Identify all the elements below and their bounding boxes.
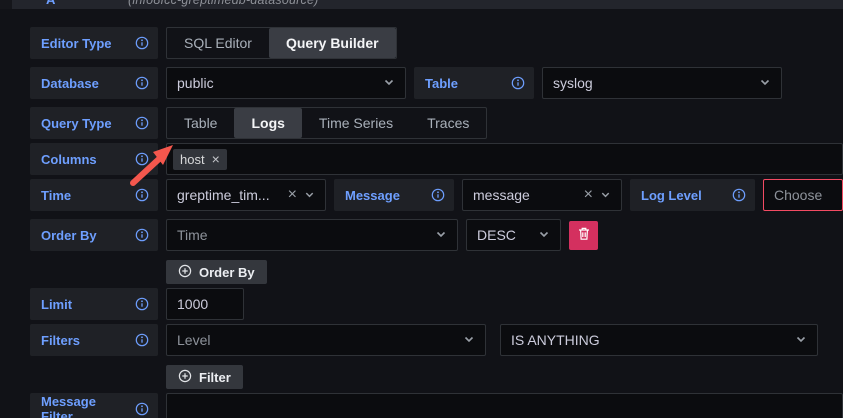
time-message-loglevel-row: Time greptime_tim... × Message messag (30, 179, 843, 211)
editor-type-label: Editor Type (30, 27, 158, 59)
info-icon[interactable] (135, 402, 149, 416)
info-icon[interactable] (431, 188, 445, 202)
info-icon[interactable] (135, 76, 149, 90)
order-by-label: Order By (30, 219, 158, 251)
info-icon[interactable] (135, 36, 149, 50)
chevron-down-icon[interactable] (759, 75, 771, 91)
add-order-by-button[interactable]: Order By (166, 260, 267, 284)
query-row-header[interactable]: A (info8fcc-greptimedb-datasource) (0, 0, 843, 9)
limit-input[interactable] (166, 288, 244, 320)
remove-tag-icon[interactable]: × (212, 152, 220, 166)
editor-type-row: Editor Type SQL Editor Query Builder (30, 27, 843, 59)
message-filter-input[interactable] (166, 393, 843, 418)
add-filter-row: Filter (166, 365, 843, 389)
chevron-down-icon[interactable] (304, 187, 315, 203)
trash-icon (577, 226, 591, 244)
query-ref-id: A (46, 0, 55, 7)
sql-editor-option[interactable]: SQL Editor (167, 28, 269, 58)
info-icon[interactable] (135, 228, 149, 242)
chevron-down-icon[interactable] (435, 227, 447, 243)
filter-field-select[interactable]: Level (166, 324, 486, 356)
query-builder-option[interactable]: Query Builder (269, 28, 396, 58)
chevron-down-icon[interactable] (383, 75, 395, 91)
drag-handle (0, 0, 12, 9)
info-icon[interactable] (135, 152, 149, 166)
database-table-row: Database public Table syslog (30, 67, 843, 99)
query-type-switcher: Table Logs Time Series Traces (166, 107, 487, 139)
query-type-time-series[interactable]: Time Series (302, 108, 410, 138)
plus-circle-icon (178, 369, 199, 386)
add-filter-button[interactable]: Filter (166, 365, 243, 389)
message-filter-label: Message Filter (30, 393, 158, 418)
time-label: Time (30, 179, 158, 211)
query-type-table[interactable]: Table (167, 108, 234, 138)
query-type-logs[interactable]: Logs (234, 108, 301, 138)
info-icon[interactable] (135, 333, 149, 347)
chevron-down-icon[interactable] (538, 227, 550, 243)
chevron-down-icon[interactable] (795, 332, 807, 348)
info-icon[interactable] (732, 188, 746, 202)
database-label: Database (30, 67, 158, 99)
chevron-down-icon[interactable] (463, 332, 475, 348)
add-order-by-row: Order By (166, 260, 843, 284)
chevron-down-icon[interactable] (600, 187, 611, 203)
query-editor: A (info8fcc-greptimedb-datasource) Edito… (0, 0, 843, 418)
datasource-name: (info8fcc-greptimedb-datasource) (128, 0, 319, 7)
info-icon[interactable] (135, 297, 149, 311)
table-label: Table (414, 67, 534, 99)
order-by-field-select[interactable]: Time (166, 219, 458, 251)
column-tag-host: host × (173, 149, 227, 170)
table-select[interactable]: syslog (542, 67, 782, 99)
editor-type-switcher: SQL Editor Query Builder (166, 27, 397, 59)
limit-label: Limit (30, 288, 158, 320)
log-level-label: Log Level (630, 179, 755, 211)
query-type-row: Query Type Table Logs Time Series Traces (30, 107, 843, 139)
order-by-row: Order By Time DESC (30, 219, 843, 251)
query-type-label: Query Type (30, 107, 158, 139)
delete-order-by-button[interactable] (569, 221, 598, 250)
columns-multiselect[interactable]: host × (166, 143, 843, 175)
columns-row: Columns host × (30, 143, 843, 175)
log-level-input[interactable] (763, 179, 843, 211)
info-icon[interactable] (511, 76, 525, 90)
message-filter-row: Message Filter (30, 393, 843, 418)
info-icon[interactable] (135, 116, 149, 130)
message-label: Message (334, 179, 454, 211)
filters-row: Filters Level IS ANYTHING (30, 324, 843, 356)
clear-value-icon[interactable]: × (584, 187, 593, 203)
info-icon[interactable] (135, 188, 149, 202)
filter-operator-select[interactable]: IS ANYTHING (500, 324, 818, 356)
clear-value-icon[interactable]: × (288, 187, 297, 203)
limit-row: Limit (30, 288, 843, 320)
plus-circle-icon (178, 264, 199, 281)
time-column-select[interactable]: greptime_tim... × (166, 179, 326, 211)
order-by-direction-select[interactable]: DESC (466, 219, 561, 251)
columns-label: Columns (30, 143, 158, 175)
message-column-select[interactable]: message × (462, 179, 622, 211)
query-builder-form: Editor Type SQL Editor Query Builder Dat… (0, 9, 843, 418)
filters-label: Filters (30, 324, 158, 356)
query-type-traces[interactable]: Traces (410, 108, 486, 138)
database-select[interactable]: public (166, 67, 406, 99)
